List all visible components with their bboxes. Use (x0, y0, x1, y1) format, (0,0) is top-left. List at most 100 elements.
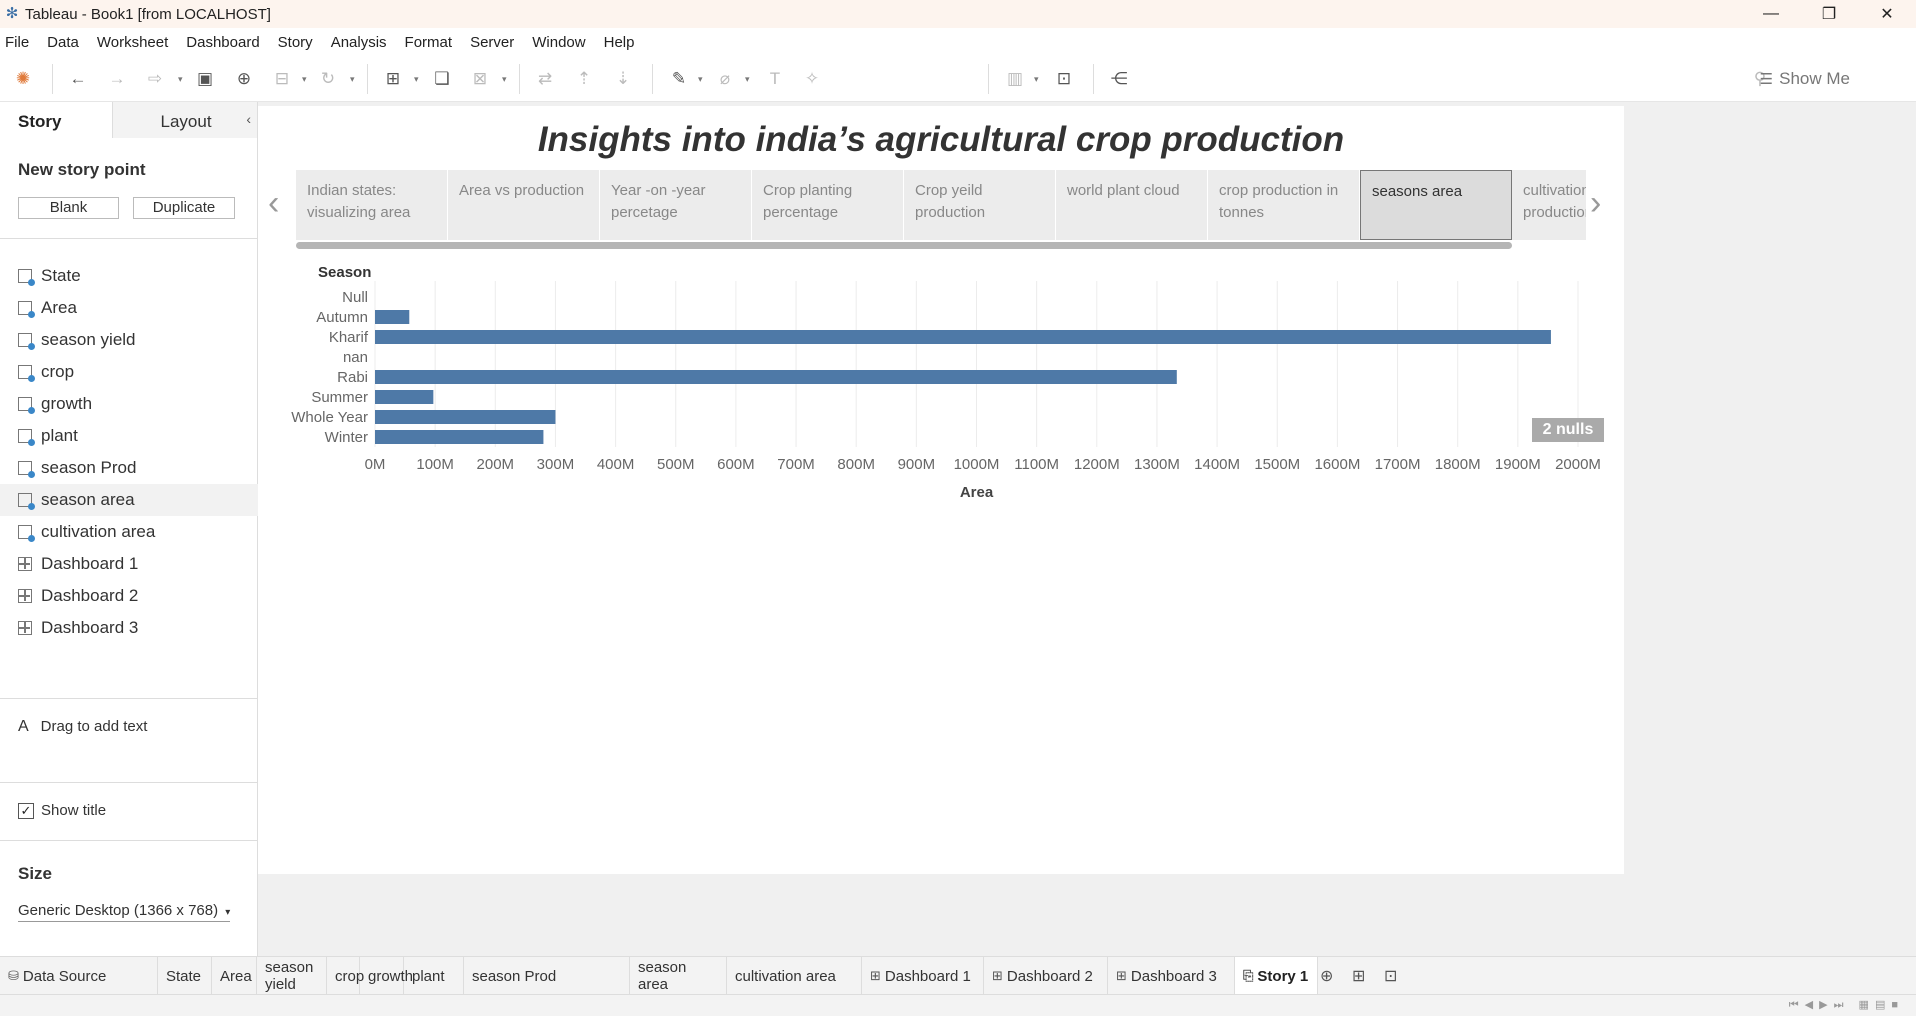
duplicate-sheet-icon[interactable]: ❏ (430, 67, 454, 91)
next-story-point-icon[interactable]: › (1590, 184, 1601, 223)
show-me-icon: ☰ (1759, 71, 1774, 88)
menu-data[interactable]: Data (47, 34, 79, 51)
sheet-item-dashboard-1[interactable]: Dashboard 1 (0, 548, 258, 580)
sheet-tab-area[interactable]: Area (212, 957, 257, 995)
duplicate-button[interactable]: Duplicate (133, 197, 235, 219)
menu-server[interactable]: Server (470, 34, 514, 51)
sheet-item-plant[interactable]: plant (0, 420, 258, 452)
sheet-tab-season-prod[interactable]: season Prod (464, 957, 630, 995)
sheet-item-crop[interactable]: crop (0, 356, 258, 388)
menu-file[interactable]: File (5, 34, 29, 51)
minimize-icon[interactable]: — (1742, 0, 1800, 28)
pause-dropdown-icon[interactable]: ▾ (302, 74, 307, 85)
new-worksheet-icon[interactable]: ⊞ (381, 67, 405, 91)
show-title-checkbox[interactable]: ✓ (18, 802, 34, 819)
refresh-dropdown-icon[interactable]: ▾ (350, 74, 355, 85)
clear-sheet-icon[interactable]: ⊠ (468, 67, 492, 91)
presentation-mode-icon[interactable]: ⊡ (1052, 67, 1076, 91)
sheet-tab-data-source[interactable]: ⛁ Data Source (0, 957, 158, 995)
restore-icon[interactable]: ❐ (1800, 0, 1858, 28)
sheet-tab-dashboard-2[interactable]: ⊞ Dashboard 2 (984, 957, 1108, 995)
dashboard-icon (18, 557, 32, 571)
story-point-1[interactable]: Indian states: visualizing area (296, 170, 448, 240)
menu-story[interactable]: Story (278, 34, 313, 51)
replay-dropdown-icon[interactable]: ▾ (178, 74, 183, 85)
collapse-panel-icon[interactable]: ‹ (246, 111, 251, 127)
show-me-button[interactable]: ☰ Show Me (1760, 69, 1850, 89)
blank-button[interactable]: Blank (18, 197, 119, 219)
highlight-icon[interactable]: ✎ (667, 67, 691, 91)
sheet-tab-season-area[interactable]: season area (630, 957, 727, 995)
highlight-dropdown-icon[interactable]: ▾ (698, 74, 703, 85)
group-members-icon[interactable]: ⌀ (713, 67, 737, 91)
sheet-item-area[interactable]: Area (0, 292, 258, 324)
story-point-5[interactable]: Crop yeild production (904, 170, 1056, 240)
show-cards-icon[interactable]: ▥ (1003, 67, 1027, 91)
sheet-tab-dashboard-1[interactable]: ⊞ Dashboard 1 (862, 957, 984, 995)
menu-worksheet[interactable]: Worksheet (97, 34, 168, 51)
sheet-item-season-area[interactable]: season area (0, 484, 258, 516)
size-heading: Size (18, 864, 53, 883)
sheet-item-state[interactable]: State (0, 260, 258, 292)
sheet-item-season-yield[interactable]: season yield (0, 324, 258, 356)
story-point-9[interactable]: cultivation production (1512, 170, 1586, 240)
story-navigator-scrollbar[interactable] (296, 242, 1512, 249)
group-dropdown-icon[interactable]: ▾ (745, 74, 750, 85)
text-object-icon: A (18, 718, 29, 735)
new-dashboard-tab-icon[interactable]: ⊞ (1352, 966, 1365, 986)
redo-icon[interactable]: → (105, 67, 129, 91)
replay-icon[interactable]: ⇨ (143, 67, 167, 91)
sheet-item-dashboard-2[interactable]: Dashboard 2 (0, 580, 258, 612)
story-point-6[interactable]: world plant cloud (1056, 170, 1208, 240)
story-point-3[interactable]: Year -on -year percetage (600, 170, 752, 240)
sheet-tab-dashboard-3[interactable]: ⊞ Dashboard 3 (1108, 957, 1235, 995)
sheet-tab-season-yield[interactable]: season yield (257, 957, 327, 995)
sort-ascending-icon[interactable]: ⇡ (572, 67, 596, 91)
menu-dashboard[interactable]: Dashboard (186, 34, 259, 51)
refresh-icon[interactable]: ↻ (316, 67, 340, 91)
sheet-tab-state[interactable]: State (158, 957, 212, 995)
show-cards-dropdown-icon[interactable]: ▾ (1034, 74, 1039, 85)
new-worksheet-tab-icon[interactable]: ⊕ (1320, 966, 1333, 986)
tab-layout[interactable]: Layout ‹ (112, 102, 257, 138)
sheet-item-cultivation-area[interactable]: cultivation area (0, 516, 258, 548)
sheet-tab-crop[interactable]: crop (327, 957, 364, 995)
nulls-indicator[interactable]: 2 nulls (1532, 418, 1604, 442)
tab-story[interactable]: Story (0, 102, 113, 138)
menu-analysis[interactable]: Analysis (331, 34, 387, 51)
sheet-item-growth[interactable]: growth (0, 388, 258, 420)
size-dropdown[interactable]: Generic Desktop (1366 x 768) ▾ (18, 902, 231, 922)
previous-story-point-icon[interactable]: ‹ (268, 184, 279, 223)
sheet-item-dashboard-3[interactable]: Dashboard 3 (0, 612, 258, 644)
menu-format[interactable]: Format (405, 34, 453, 51)
sheet-tab-cultivation-area[interactable]: cultivation area (727, 957, 862, 995)
tableau-home-icon[interactable]: ✺ (11, 67, 35, 91)
new-story-tab-icon[interactable]: ⊡ (1384, 966, 1397, 986)
show-mark-labels-icon[interactable]: T (763, 67, 787, 91)
clear-dropdown-icon[interactable]: ▾ (502, 74, 507, 85)
share-icon[interactable]: ⋲ (1107, 67, 1131, 91)
undo-icon[interactable]: ← (66, 67, 90, 91)
menu-help[interactable]: Help (604, 34, 635, 51)
fix-axes-icon[interactable]: ✧ (800, 67, 824, 91)
story-point-4[interactable]: Crop planting percentage (752, 170, 904, 240)
sort-descending-icon[interactable]: ⇣ (611, 67, 635, 91)
menu-window[interactable]: Window (532, 34, 585, 51)
pause-updates-icon[interactable]: ⊟ (270, 67, 294, 91)
sheet-tab-plant[interactable]: plant (404, 957, 464, 995)
new-worksheet-dropdown-icon[interactable]: ▾ (414, 74, 419, 85)
story-point-7[interactable]: crop production in tonnes (1208, 170, 1360, 240)
new-data-source-icon[interactable]: ⊕ (232, 67, 256, 91)
sheet-item-season-prod[interactable]: season Prod (0, 452, 258, 484)
close-icon[interactable]: ✕ (1858, 0, 1916, 28)
story-point-8[interactable]: seasons area (1360, 170, 1512, 240)
show-title-toggle[interactable]: ✓ Show title (18, 802, 106, 819)
save-icon[interactable]: ▣ (193, 67, 217, 91)
sheet-tab-story-1[interactable]: ⎘ Story 1 (1235, 957, 1318, 995)
swap-rows-columns-icon[interactable]: ⇄ (533, 67, 557, 91)
story-point-2[interactable]: Area vs production (448, 170, 600, 240)
sheet-navigation-controls[interactable]: ⏮◀▶⏭ ▦▤■ (1789, 998, 1904, 1012)
sheet-tab-growth[interactable]: growth (360, 957, 413, 995)
drag-to-add-text[interactable]: A Drag to add text (18, 718, 147, 736)
bar (375, 370, 1177, 384)
